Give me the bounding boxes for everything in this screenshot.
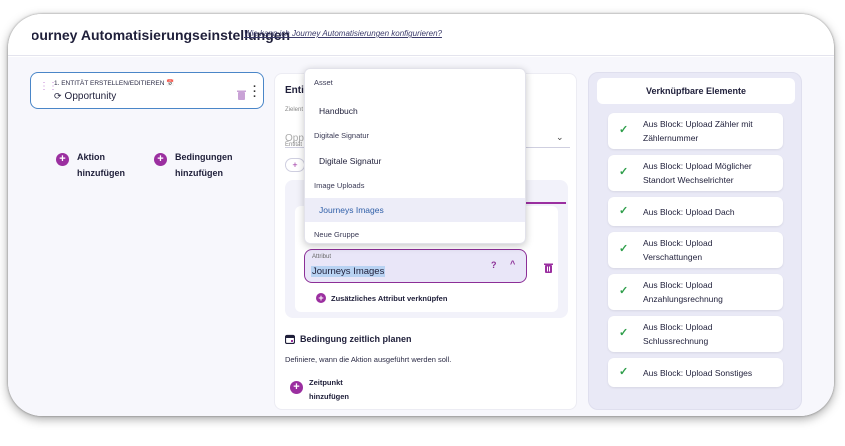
linkable-elements-panel: Verknüpfbare Elemente ✓ Aus Block: Upload… (588, 72, 802, 410)
linkable-element-item[interactable]: ✓ Aus Block: Upload Dach (608, 197, 783, 226)
linkable-elements-header: Verknüpfbare Elemente (597, 78, 795, 104)
linkable-element-item[interactable]: ✓ Aus Block: Upload Verschattungen (608, 232, 783, 268)
target-entity-label: Zielent (285, 107, 304, 113)
chevron-down-icon[interactable]: ⌄ (556, 132, 564, 143)
entity-card[interactable]: ⋮⋮ 1. ENTITÄT ERSTELLEN/EDITIEREN 📅 ⟳ Opp… (30, 72, 264, 109)
dropdown-group-header: Image Uploads (314, 181, 365, 190)
dropdown-option[interactable]: Digitale Signatur (305, 149, 525, 173)
delete-entity-button[interactable] (237, 87, 246, 105)
check-icon: ✓ (619, 285, 629, 297)
check-icon: ✓ (619, 243, 629, 255)
linkable-element-item[interactable]: ✓ Aus Block: Upload Anzahlungsrechnung (608, 274, 783, 310)
attribute-dropdown: Asset Handbuch Digitale Signatur Digitale S… (304, 68, 526, 244)
check-icon: ✓ (619, 124, 629, 136)
plus-icon: + (316, 293, 326, 303)
attribute-value[interactable]: Journeys Images (311, 266, 386, 277)
dropdown-group-header: Asset (314, 78, 333, 87)
chevron-up-icon[interactable]: ^ (510, 259, 515, 269)
entity-kicker-label: 1. ENTITÄT ERSTELLEN/EDITIEREN (54, 80, 165, 87)
check-icon: ✓ (619, 204, 629, 217)
linkable-element-item[interactable]: ✓ Aus Block: Upload Sonstiges (608, 358, 783, 387)
check-icon: ✓ (619, 365, 629, 378)
dropdown-group-header: Digitale Signatur (314, 131, 370, 140)
linkable-element-item[interactable]: ✓ Aus Block: Upload Zähler mit Zählernumm… (608, 113, 783, 149)
schedule-description: Definiere, wann die Aktion ausgeführt we… (285, 355, 452, 364)
entity-name: ⟳ Opportunity (54, 91, 116, 102)
cycle-icon: ⟳ (54, 91, 62, 101)
linkable-element-item[interactable]: ✓ Aus Block: Upload Möglicher Standort We… (608, 155, 783, 191)
linkable-element-label: Aus Block: Upload Schlussrechnung (643, 322, 713, 346)
plus-icon: + (56, 153, 69, 166)
linkable-element-label: Aus Block: Upload Sonstiges (643, 368, 753, 378)
add-time-label: Zeitpunkt hinzufügen (309, 378, 349, 401)
linkable-element-label: Aus Block: Upload Dach (643, 207, 735, 217)
linkable-element-label: Aus Block: Upload Verschattungen (643, 238, 713, 262)
calendar-icon (285, 334, 295, 344)
add-entity-button[interactable]: + (285, 158, 305, 172)
dropdown-option[interactable]: Handbuch (305, 99, 525, 123)
help-link[interactable]: Wie kann ich Journey Automatisierungen k… (244, 29, 442, 38)
check-icon: ✓ (619, 166, 629, 178)
app-window: Journey Automatisierungseinstellungen Wi… (8, 14, 834, 416)
linkable-element-label: Aus Block: Upload Möglicher Standort Wec… (643, 161, 752, 185)
entity-label: Entität (285, 142, 303, 148)
add-condition-button[interactable]: + Bedingungen hinzufügen (154, 149, 245, 181)
page-header: Journey Automatisierungseinstellungen Wi… (8, 14, 834, 56)
linkable-element-label: Aus Block: Upload Zähler mit Zählernumme… (643, 119, 753, 143)
entity-name-label: Opportunity (64, 91, 117, 102)
attribute-select[interactable]: Attribut Journeys Images ? ^ (304, 249, 527, 283)
linkable-element-label: Aus Block: Upload Anzahlungsrechnung (643, 280, 723, 304)
plus-icon: + (154, 153, 167, 166)
trash-icon (544, 263, 553, 273)
add-action-label: Aktion hinzufügen (77, 152, 125, 178)
attribute-label: Attribut (312, 254, 332, 260)
check-icon: ✓ (619, 327, 629, 339)
entity-kicker: 1. ENTITÄT ERSTELLEN/EDITIEREN 📅 (54, 79, 174, 87)
schedule-heading: Bedingung zeitlich planen (285, 334, 412, 344)
add-condition-label: Bedingungen hinzufügen (175, 152, 233, 178)
help-icon[interactable]: ? (491, 260, 497, 270)
add-time-button[interactable]: + Zeitpunkt hinzufügen (290, 376, 369, 404)
link-attribute-button[interactable]: + Zusätzliches Attribut verknüpfen (316, 293, 447, 303)
delete-attribute-button[interactable] (544, 260, 553, 278)
calendar-icon: 📅 (166, 80, 175, 87)
add-action-button[interactable]: + Aktion hinzufügen (56, 149, 147, 181)
dropdown-option[interactable]: Journeys Images (305, 198, 525, 222)
plus-icon: + (290, 381, 303, 394)
dropdown-group-header: Neue Gruppe (314, 230, 360, 239)
more-options-icon[interactable]: · · · (253, 82, 257, 103)
link-attribute-label: Zusätzliches Attribut verknüpfen (331, 293, 448, 303)
trash-icon (237, 90, 246, 100)
linkable-element-item[interactable]: ✓ Aus Block: Upload Schlussrechnung (608, 316, 783, 352)
schedule-title: Bedingung zeitlich planen (300, 334, 412, 344)
linkable-elements-title: Verknüpfbare Elemente (645, 86, 747, 96)
